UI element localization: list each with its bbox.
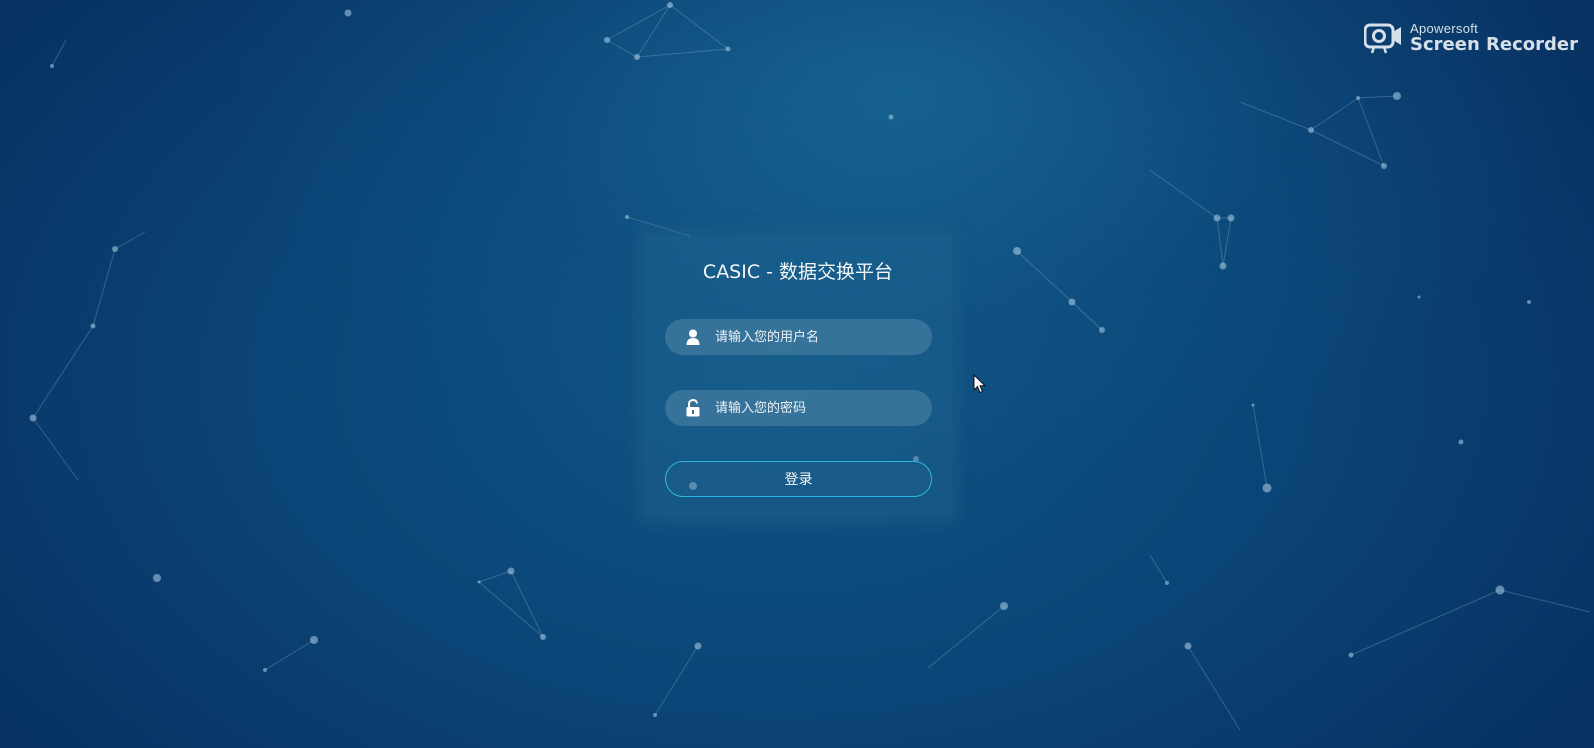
camera-recorder-icon xyxy=(1364,23,1402,54)
password-input[interactable] xyxy=(713,399,917,417)
user-icon xyxy=(685,328,701,346)
watermark-brand-bottom: Screen Recorder xyxy=(1410,34,1578,55)
username-input[interactable] xyxy=(713,328,917,346)
login-card: CASIC - 数据交换平台 登录 xyxy=(644,235,952,517)
password-field[interactable] xyxy=(665,390,932,426)
username-field[interactable] xyxy=(665,319,932,355)
login-button[interactable]: 登录 xyxy=(665,461,932,497)
unlock-icon xyxy=(685,399,701,417)
login-title: CASIC - 数据交换平台 xyxy=(702,261,894,283)
mouse-cursor-icon xyxy=(973,374,987,394)
screen-recorder-watermark: Apowersoft Screen Recorder xyxy=(1364,20,1578,56)
